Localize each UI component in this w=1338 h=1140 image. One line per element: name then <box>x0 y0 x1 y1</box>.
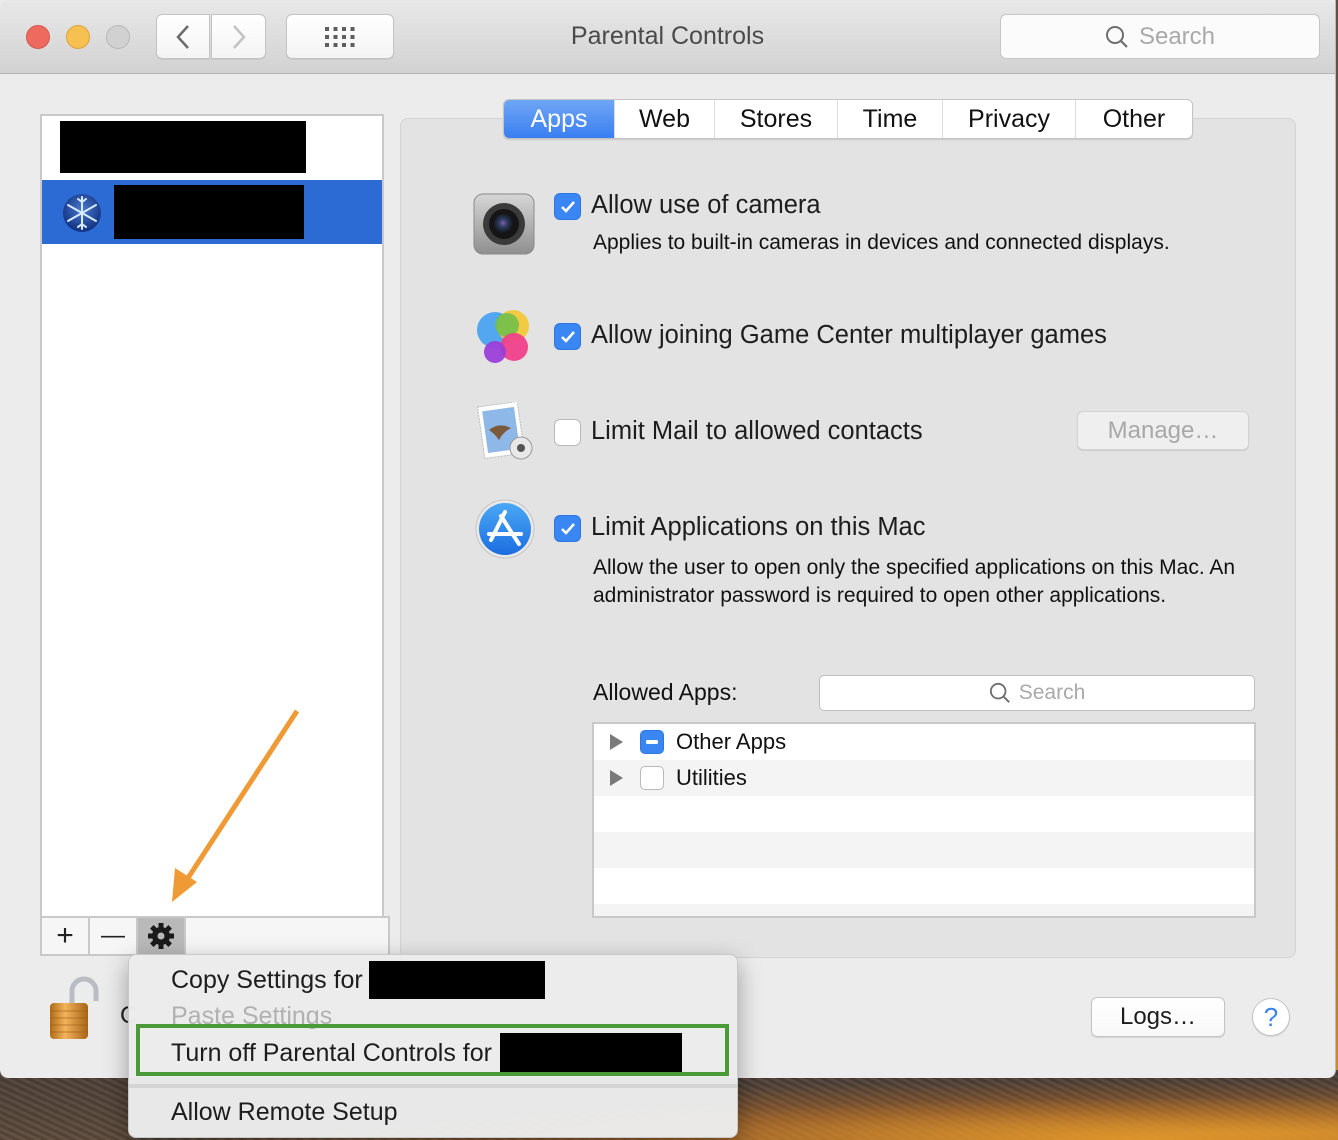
allow-camera-label: Allow use of camera <box>591 191 821 219</box>
search-placeholder: Search <box>1018 681 1086 704</box>
allow-camera-checkbox[interactable] <box>554 193 581 220</box>
camera-app-icon <box>473 193 535 255</box>
disclosure-triangle-icon[interactable] <box>610 734 623 750</box>
empty-row <box>594 868 1254 904</box>
limit-applications-description: Allow the user to open only the specifie… <box>593 556 1236 607</box>
utilities-checkbox[interactable] <box>640 766 664 790</box>
mail-app-icon <box>477 402 533 460</box>
preferences-search-field[interactable]: Search <box>1000 14 1320 59</box>
empty-row <box>594 904 1254 916</box>
game-center-app-icon <box>477 310 529 363</box>
search-placeholder: Search <box>1138 22 1216 50</box>
allowed-apps-row-label: Utilities <box>676 765 747 790</box>
titlebar: Parental Controls Search <box>0 0 1335 74</box>
other-apps-checkbox[interactable] <box>640 730 664 754</box>
user-list <box>40 114 384 918</box>
search-icon <box>989 682 1010 703</box>
checkmark-icon <box>560 330 575 343</box>
minus-icon: — <box>101 922 125 949</box>
allowed-apps-row[interactable]: Other Apps <box>594 724 1254 760</box>
search-icon <box>1105 25 1128 48</box>
menu-separator <box>129 1084 737 1088</box>
tab-stores[interactable]: Stores <box>715 100 838 138</box>
remove-user-button[interactable]: — <box>90 918 138 954</box>
gear-icon <box>148 923 174 949</box>
snowflake-avatar-icon <box>63 194 101 232</box>
tab-other[interactable]: Other <box>1076 100 1192 138</box>
annotation-highlight-box <box>136 1024 729 1076</box>
checkmark-icon <box>560 200 575 213</box>
tab-privacy[interactable]: Privacy <box>943 100 1076 138</box>
menu-item-label: Allow Remote Setup <box>171 1097 398 1126</box>
category-tabs: Apps Web Stores Time Privacy Other <box>503 99 1193 139</box>
limit-applications-label: Limit Applications on this Mac <box>591 513 926 541</box>
empty-row <box>594 832 1254 868</box>
plus-icon: + <box>56 919 74 952</box>
manage-contacts-button[interactable]: Manage… <box>1077 411 1249 450</box>
allowed-apps-row[interactable]: Utilities <box>594 760 1254 796</box>
allow-game-center-checkbox[interactable] <box>554 323 581 350</box>
add-user-button[interactable]: + <box>42 918 90 954</box>
redacted-user-name <box>114 185 304 239</box>
limit-applications-checkbox[interactable] <box>554 515 581 542</box>
allowed-apps-label: Allowed Apps: <box>593 679 738 705</box>
allowed-apps-search-field[interactable]: Search <box>819 675 1255 711</box>
checkmark-icon <box>560 522 575 535</box>
tab-apps[interactable]: Apps <box>504 100 615 138</box>
actions-menu-button[interactable] <box>138 918 186 954</box>
allowed-apps-list: Other Apps Utilities <box>592 722 1256 918</box>
unlocked-padlock-icon[interactable] <box>48 975 100 1041</box>
empty-row <box>594 796 1254 832</box>
logs-button[interactable]: Logs… <box>1091 997 1225 1037</box>
user-list-item-selected[interactable] <box>42 180 382 244</box>
menu-item-copy-settings[interactable]: Copy Settings for <box>129 961 737 999</box>
allow-camera-description: Applies to built-in cameras in devices a… <box>593 231 1170 254</box>
redacted-user-name <box>368 961 545 999</box>
help-button[interactable]: ? <box>1252 998 1290 1036</box>
tab-web[interactable]: Web <box>615 100 715 138</box>
mixed-state-icon <box>646 740 658 744</box>
tab-time[interactable]: Time <box>838 100 943 138</box>
limit-mail-checkbox[interactable] <box>554 419 581 446</box>
allow-game-center-label: Allow joining Game Center multiplayer ga… <box>591 321 1107 349</box>
disclosure-triangle-icon[interactable] <box>610 770 623 786</box>
question-mark-icon: ? <box>1263 1001 1279 1032</box>
app-store-icon <box>475 499 535 559</box>
menu-item-label: Copy Settings for <box>171 965 363 994</box>
user-list-toolbar: + — <box>40 916 390 956</box>
menu-item-allow-remote-setup[interactable]: Allow Remote Setup <box>129 1094 737 1130</box>
limit-mail-label: Limit Mail to allowed contacts <box>591 417 923 445</box>
allowed-apps-row-label: Other Apps <box>676 729 787 754</box>
redacted-user-name <box>60 121 306 173</box>
system-preferences-window: Parental Controls Search + — Apps Web St… <box>0 0 1336 1078</box>
user-list-item[interactable] <box>42 116 382 180</box>
